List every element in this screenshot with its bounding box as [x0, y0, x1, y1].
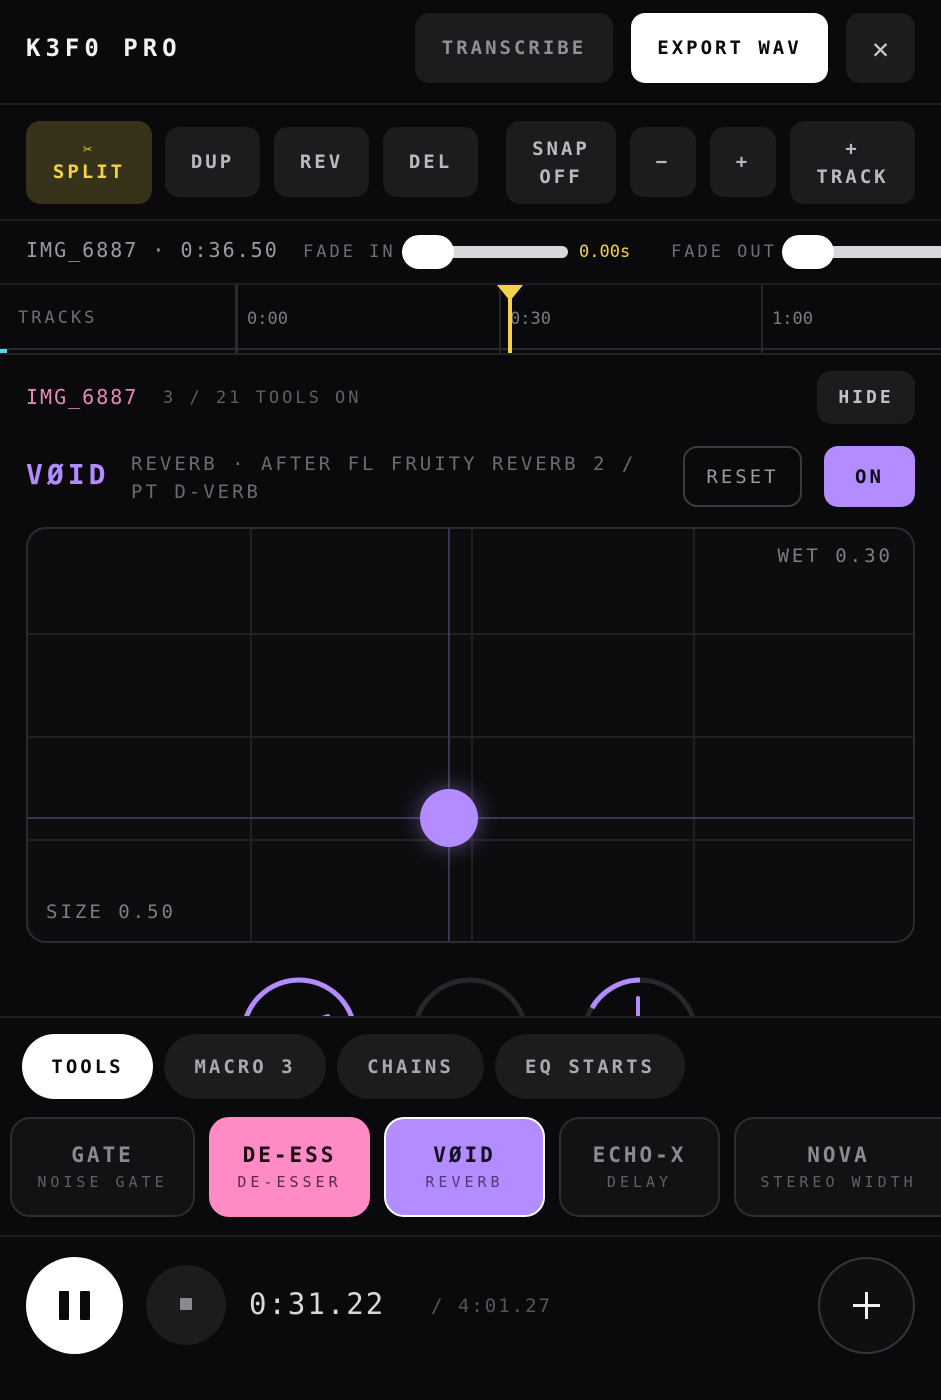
zoom-out-button[interactable]: −	[630, 127, 696, 197]
ruler-baseline	[0, 348, 941, 350]
plus-icon	[853, 1292, 880, 1319]
fade-in-value: 0.00s	[579, 242, 631, 262]
export-wav-button[interactable]: EXPORT WAV	[631, 13, 828, 83]
snap-toggle[interactable]: SNAP OFF	[506, 121, 616, 204]
plugin-name: VØID	[26, 458, 110, 491]
toolbar-divider	[0, 219, 941, 221]
tool-card-void[interactable]: VØID REVERB	[384, 1117, 545, 1217]
snap-label: SNAP	[532, 137, 590, 160]
fade-in-label: FADE IN	[303, 242, 396, 262]
reset-button[interactable]: RESET	[683, 446, 802, 507]
tool-card-de-ess[interactable]: DE-ESS DE-ESSER	[209, 1117, 370, 1217]
tool-type: DE-ESSER	[237, 1173, 342, 1191]
current-time: 0:31.22	[249, 1287, 386, 1321]
ruler-divider	[0, 353, 941, 355]
plus-icon: +	[845, 137, 860, 160]
tick-label: 0:00	[247, 309, 288, 329]
knob[interactable]	[243, 977, 355, 1018]
tool-card-gate[interactable]: GATE NOISE GATE	[10, 1117, 195, 1217]
tick-label: 1:00	[772, 309, 813, 329]
xy-handle[interactable]	[420, 789, 478, 847]
clip-info: IMG_6887 · 0:36.50	[26, 238, 279, 262]
reverse-button[interactable]: REV	[274, 127, 369, 197]
selected-clip-name: IMG_6887	[26, 385, 139, 409]
knob[interactable]	[584, 977, 696, 1018]
close-button[interactable]: ✕	[846, 13, 915, 83]
knob[interactable]	[414, 977, 526, 1018]
close-icon: ✕	[872, 31, 889, 65]
tool-name: DE-ESS	[242, 1143, 337, 1167]
tracks-label: TRACKS	[18, 308, 98, 328]
fade-in-slider-handle[interactable]	[402, 235, 454, 269]
zoom-in-button[interactable]: +	[710, 127, 776, 197]
add-button[interactable]	[818, 1257, 915, 1354]
plugin-description: REVERB · AFTER FL FRUITY REVERB 2 / PT D…	[131, 453, 637, 503]
app-title: K3F0 PRO	[26, 34, 182, 62]
add-track-button[interactable]: + TRACK	[790, 121, 915, 204]
tool-name: ECHO-X	[592, 1143, 687, 1167]
tool-name: NOVA	[807, 1143, 870, 1167]
wet-readout: WET 0.30	[777, 545, 893, 567]
size-readout: SIZE 0.50	[46, 901, 176, 923]
fade-out-slider-handle[interactable]	[782, 235, 834, 269]
knob-row	[243, 977, 696, 1018]
clip-row-divider	[0, 283, 941, 285]
tool-card-nova[interactable]: NOVA STEREO WIDTH	[734, 1117, 941, 1217]
header-divider	[0, 103, 941, 105]
transcribe-button[interactable]: TRANSCRIBE	[415, 13, 613, 83]
pause-icon	[59, 1291, 90, 1320]
plugin-on-toggle[interactable]: ON	[824, 446, 915, 507]
snap-state: OFF	[539, 165, 583, 188]
xy-pad[interactable]: WET 0.30 SIZE 0.50	[26, 527, 915, 943]
tool-name: GATE	[71, 1143, 134, 1167]
tool-type: STEREO WIDTH	[760, 1173, 917, 1191]
hide-fx-button[interactable]: HIDE	[817, 371, 915, 424]
split-label: SPLIT	[52, 160, 126, 183]
stop-button[interactable]	[146, 1265, 226, 1345]
xy-crosshair-vertical	[448, 529, 450, 941]
grid-line	[28, 839, 913, 841]
tool-type: REVERB	[425, 1173, 504, 1191]
tool-type: DELAY	[606, 1173, 673, 1191]
stop-icon	[180, 1298, 192, 1310]
grid-line	[28, 736, 913, 738]
tool-type: NOISE GATE	[37, 1173, 168, 1191]
tool-name: VØID	[433, 1143, 496, 1167]
tab-tools[interactable]: TOOLS	[22, 1034, 153, 1099]
duplicate-button[interactable]: DUP	[165, 127, 260, 197]
tab-eq-starts[interactable]: EQ STARTS	[495, 1034, 685, 1099]
tab-macro[interactable]: MACRO 3	[164, 1034, 326, 1099]
fade-out-label: FADE OUT	[671, 242, 777, 262]
grid-line	[28, 633, 913, 635]
tool-card-echo-x[interactable]: ECHO-X DELAY	[559, 1117, 720, 1217]
total-duration: / 4:01.27	[431, 1295, 552, 1317]
split-button[interactable]: ✂ SPLIT	[26, 121, 152, 204]
tools-on-count: 3 / 21 TOOLS ON	[163, 388, 362, 408]
tick-line	[761, 285, 763, 353]
scissors-icon: ✂	[82, 139, 96, 158]
tab-chains[interactable]: CHAINS	[337, 1034, 484, 1099]
playhead[interactable]	[496, 284, 524, 354]
bottom-panel: TOOLS MACRO 3 CHAINS EQ STARTS GATE NOIS…	[0, 1016, 941, 1400]
bottom-panel-divider	[0, 1016, 941, 1018]
delete-button[interactable]: DEL	[383, 127, 478, 197]
tracks-column-divider[interactable]	[235, 285, 238, 355]
add-track-label: TRACK	[816, 165, 889, 188]
transport-divider	[0, 1235, 941, 1237]
pause-button[interactable]	[26, 1257, 123, 1354]
